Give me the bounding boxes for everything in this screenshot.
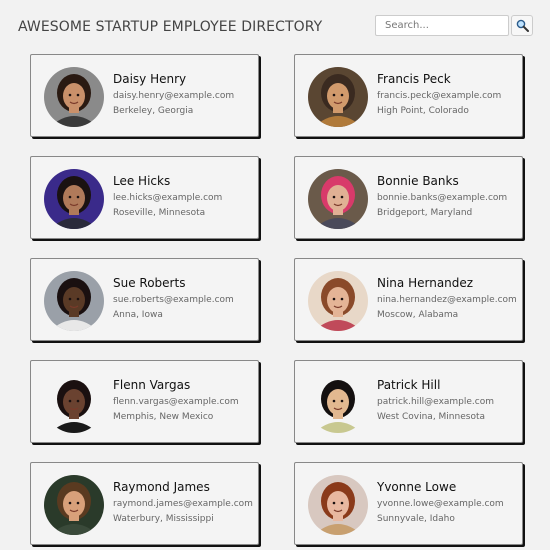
avatar xyxy=(44,271,104,331)
search-icon xyxy=(516,19,529,32)
employee-location: Waterbury, Mississippi xyxy=(113,514,214,524)
avatar xyxy=(308,475,368,535)
employee-name: Bonnie Banks xyxy=(377,174,459,188)
employee-info: Francis Peck francis.peck@example.com High… xyxy=(377,72,501,116)
employee-email: francis.peck@example.com xyxy=(377,91,502,101)
employee-location: Berkeley, Georgia xyxy=(113,106,194,116)
employee-info: Sue Roberts sue.roberts@example.com Anna, … xyxy=(113,276,234,320)
employee-grid: Daisy Henry daisy.henry@example.com Berkel… xyxy=(30,54,524,545)
employee-email: nina.hernandez@example.com xyxy=(377,295,517,305)
employee-email: daisy.henry@example.com xyxy=(113,91,235,101)
employee-location: Roseville, Minnesota xyxy=(113,208,206,218)
employee-email: yvonne.lowe@example.com xyxy=(377,499,504,509)
employee-email: bonnie.banks@example.com xyxy=(377,193,508,203)
employee-card[interactable]: Lee Hicks lee.hicks@example.com Roseville,… xyxy=(30,156,259,239)
avatar xyxy=(308,67,368,127)
employee-card[interactable]: Nina Hernandez nina.hernandez@example.com… xyxy=(294,258,523,341)
employee-location: High Point, Colorado xyxy=(377,106,469,116)
employee-info: Flenn Vargas flenn.vargas@example.com Memp… xyxy=(113,378,239,422)
avatar xyxy=(44,475,104,535)
employee-location: Memphis, New Mexico xyxy=(113,412,214,422)
search-input[interactable] xyxy=(375,15,509,36)
avatar xyxy=(44,67,104,127)
avatar xyxy=(44,373,104,433)
employee-location: Bridgeport, Maryland xyxy=(377,208,473,218)
employee-name: Francis Peck xyxy=(377,72,451,86)
employee-name: Lee Hicks xyxy=(113,174,171,188)
employee-name: Sue Roberts xyxy=(113,276,186,290)
employee-card[interactable]: Patrick Hill patrick.hill@example.com West… xyxy=(294,360,523,443)
employee-name: Nina Hernandez xyxy=(377,276,474,290)
employee-name: Raymond James xyxy=(113,480,210,494)
header: AWESOME STARTUP EMPLOYEE DIRECTORY xyxy=(0,0,550,50)
employee-card[interactable]: Daisy Henry daisy.henry@example.com Berkel… xyxy=(30,54,259,137)
employee-location: West Covina, Minnesota xyxy=(377,412,485,422)
employee-email: flenn.vargas@example.com xyxy=(113,397,239,407)
employee-card[interactable]: Raymond James raymond.james@example.com Wa… xyxy=(30,462,259,545)
employee-email: lee.hicks@example.com xyxy=(113,193,223,203)
employee-email: patrick.hill@example.com xyxy=(377,397,495,407)
employee-card[interactable]: Bonnie Banks bonnie.banks@example.com Brid… xyxy=(294,156,523,239)
employee-location: Sunnyvale, Idaho xyxy=(377,514,455,524)
avatar xyxy=(44,169,104,229)
employee-info: Patrick Hill patrick.hill@example.com West… xyxy=(377,378,494,422)
employee-name: Patrick Hill xyxy=(377,378,441,392)
employee-name: Daisy Henry xyxy=(113,72,187,86)
employee-card[interactable]: Flenn Vargas flenn.vargas@example.com Memp… xyxy=(30,360,259,443)
employee-card[interactable]: Sue Roberts sue.roberts@example.com Anna, … xyxy=(30,258,259,341)
page-title: AWESOME STARTUP EMPLOYEE DIRECTORY xyxy=(18,19,323,35)
employee-card[interactable]: Francis Peck francis.peck@example.com High… xyxy=(294,54,523,137)
employee-info: Daisy Henry daisy.henry@example.com Berkel… xyxy=(113,72,234,116)
employee-info: Yvonne Lowe yvonne.lowe@example.com Sunnyv… xyxy=(377,480,504,524)
employee-name: Flenn Vargas xyxy=(113,378,191,392)
avatar xyxy=(308,373,368,433)
employee-location: Anna, Iowa xyxy=(113,310,163,320)
employee-info: Raymond James raymond.james@example.com Wa… xyxy=(113,480,253,524)
employee-name: Yvonne Lowe xyxy=(377,480,457,494)
employee-info: Nina Hernandez nina.hernandez@example.com… xyxy=(377,276,517,320)
employee-info: Bonnie Banks bonnie.banks@example.com Brid… xyxy=(377,174,507,218)
employee-card[interactable]: Yvonne Lowe yvonne.lowe@example.com Sunnyv… xyxy=(294,462,523,545)
avatar xyxy=(308,271,368,331)
employee-location: Moscow, Alabama xyxy=(377,310,459,320)
employee-email: raymond.james@example.com xyxy=(113,499,253,509)
search-button[interactable] xyxy=(511,15,533,36)
employee-email: sue.roberts@example.com xyxy=(113,295,234,305)
employee-info: Lee Hicks lee.hicks@example.com Roseville,… xyxy=(113,174,222,218)
avatar xyxy=(308,169,368,229)
